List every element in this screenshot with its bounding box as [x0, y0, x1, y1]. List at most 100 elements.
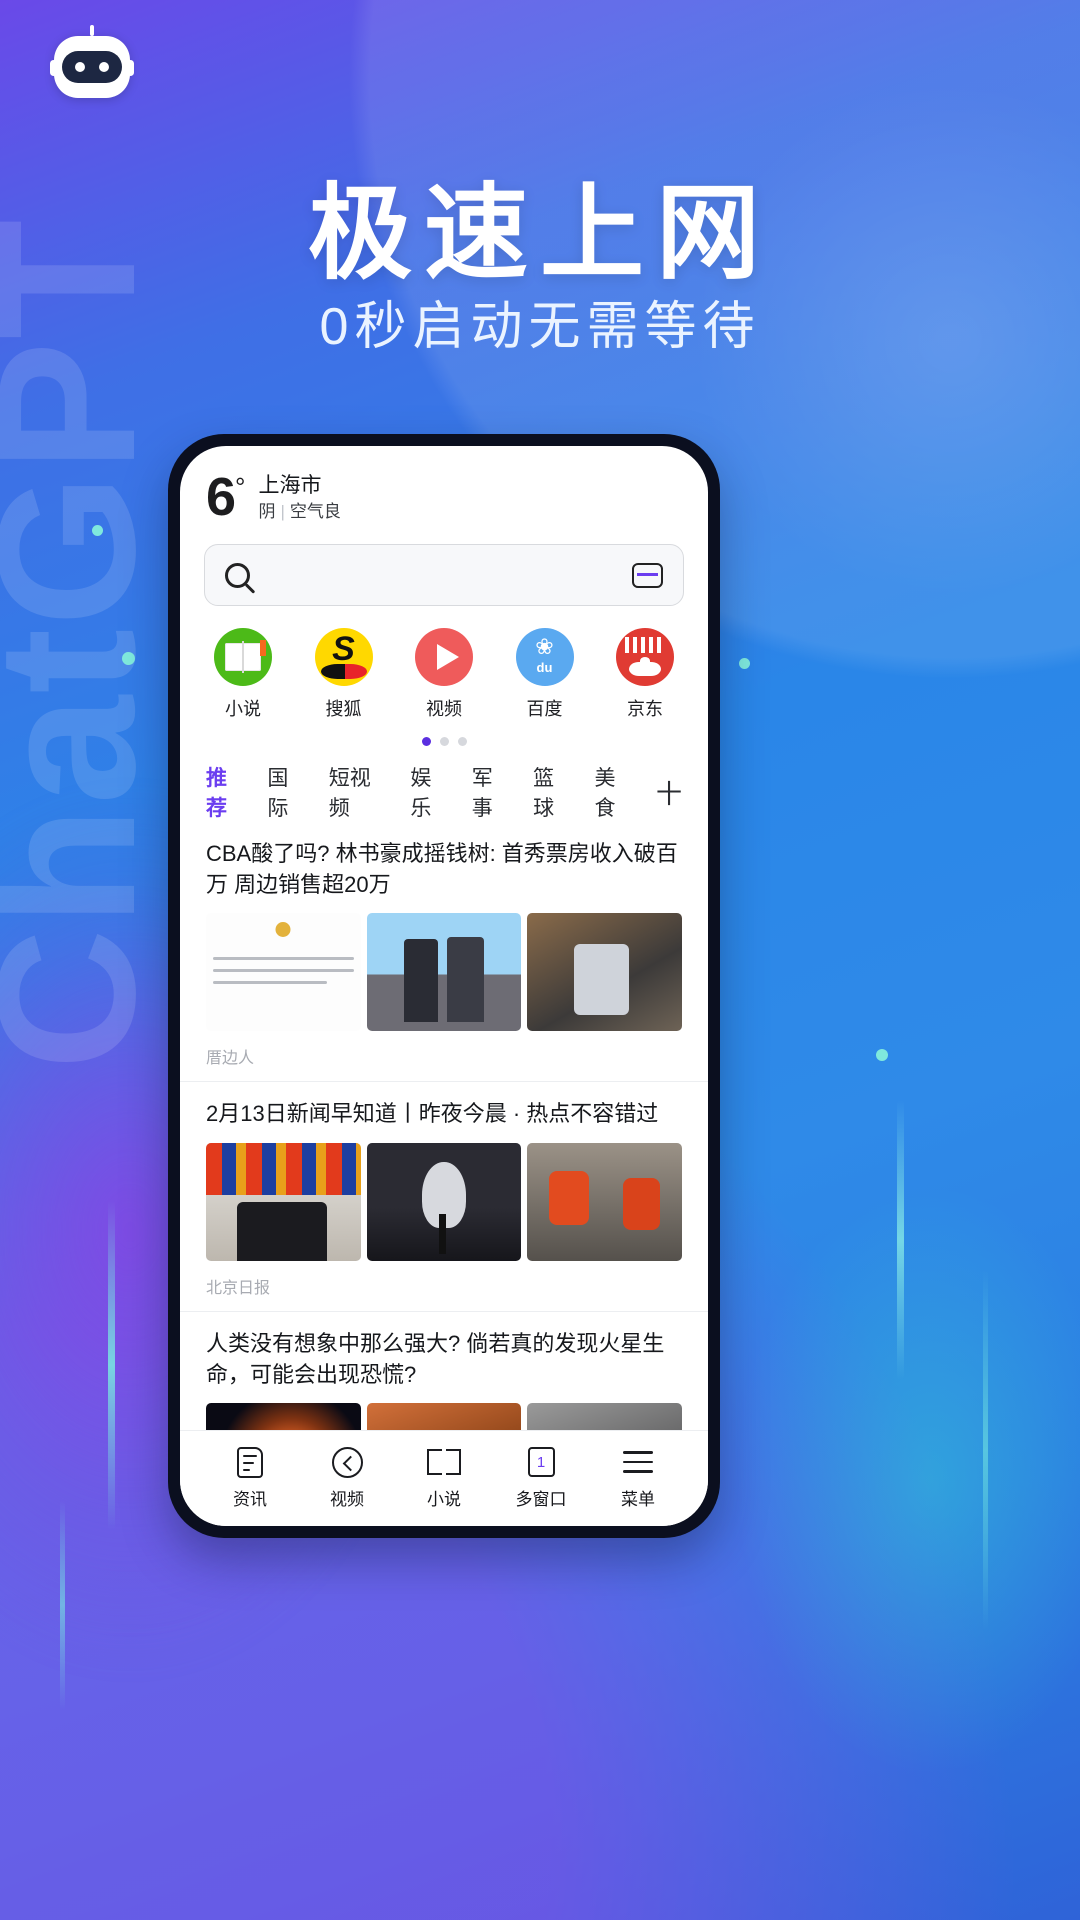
doc-line: [213, 981, 327, 985]
news-title: 2月13日新闻早知道丨昨夜今晨 · 热点不容错过: [206, 1101, 659, 1127]
tab-entertainment[interactable]: 娱乐: [410, 762, 450, 822]
app-shortcut-label: 百度: [526, 699, 563, 719]
news-title: CBA酸了吗? 林书豪成摇钱树: 首秀票房收入破百万 周边销售超20万: [206, 841, 678, 898]
news-thumbnail: [366, 1403, 522, 1430]
app-shortcut-baidu[interactable]: ❀ du 百度: [508, 628, 582, 721]
play-triangle: [437, 644, 459, 670]
app-logo: [50, 36, 134, 98]
tab-short-video[interactable]: 短视频: [329, 762, 390, 822]
robot-ear-right-icon: [127, 60, 134, 76]
news-feed: CBA酸了吗? 林书豪成摇钱树: 首秀票房收入破百万 周边销售超20万 厝边人 …: [180, 822, 708, 1430]
book-shape: [225, 643, 261, 671]
book-shape: [427, 1449, 461, 1475]
app-shortcut-jd[interactable]: 京东: [608, 628, 682, 721]
app-shortcut-grid: 小说 S 搜狐 视频 ❀ du 百度 京东: [180, 606, 708, 721]
doc-line: [243, 1461, 254, 1464]
doc-line: [243, 1454, 257, 1457]
pager-dot[interactable]: [457, 737, 467, 746]
promo-subtitle: 0秒启动无需等待: [319, 298, 761, 356]
doc-line: [213, 969, 354, 973]
news-thumbnail: [206, 913, 361, 1032]
phone-mockup: 6° 上海市 阴 | 空气良 小说 S 搜狐 视频 ❀ du 百度 京东 推荐 …: [168, 434, 720, 1538]
window-count-badge: 1: [536, 1453, 546, 1471]
back-circle-shape: [331, 1446, 363, 1478]
nav-item-news[interactable]: 资讯: [208, 1445, 292, 1510]
app-shortcut-novel[interactable]: 小说: [206, 628, 280, 721]
jd-dish-shape: [629, 657, 661, 676]
menu-line: [623, 1470, 653, 1473]
weather-widget[interactable]: 6° 上海市 阴 | 空气良: [180, 446, 708, 528]
app-shortcut-label: 小说: [225, 699, 261, 719]
degree-symbol: °: [235, 472, 245, 502]
sohu-icon: S: [314, 628, 373, 686]
nav-item-menu[interactable]: 菜单: [596, 1445, 680, 1510]
pager-dot[interactable]: [439, 737, 449, 746]
weather-condition: 阴 | 空气良: [258, 501, 340, 523]
doc-star-shape: [275, 922, 291, 938]
app-shortcut-label: 搜狐: [325, 699, 362, 719]
window-shape: 1: [527, 1447, 555, 1477]
open-book-icon: [402, 1445, 486, 1479]
tab-international[interactable]: 国际: [267, 762, 307, 822]
decor-dot: [92, 525, 103, 536]
app-pager-dots: [180, 721, 708, 746]
decor-dot: [122, 652, 135, 665]
app-shortcut-label: 视频: [426, 699, 462, 719]
search-input[interactable]: [204, 544, 684, 606]
category-tabs: 推荐 国际 短视频 娱乐 军事 篮球 美食 十: [180, 746, 708, 822]
tab-food[interactable]: 美食: [595, 762, 635, 822]
news-card[interactable]: 人类没有想象中那么强大? 倘若真的发现火星生命，可能会出现恐慌?: [180, 1312, 708, 1430]
add-tab-button[interactable]: 十: [656, 774, 682, 811]
bookmark-shape: [260, 640, 266, 656]
bottom-navigation: 资讯 视频 小说 1 多窗口 菜单: [180, 1430, 708, 1526]
robot-face-icon: [62, 51, 122, 83]
multi-window-icon: 1: [499, 1445, 583, 1479]
robot-ear-left-icon: [50, 60, 57, 76]
news-card[interactable]: CBA酸了吗? 林书豪成摇钱树: 首秀票房收入破百万 周边销售超20万 厝边人: [180, 822, 708, 1083]
app-shortcut-sohu[interactable]: S 搜狐: [307, 628, 381, 721]
news-thumbnail: [527, 913, 683, 1032]
news-thumbnails: [206, 913, 683, 1032]
tab-military[interactable]: 军事: [472, 762, 512, 822]
video-play-icon: [415, 628, 473, 686]
weather-text: 上海市 阴 | 空气良: [258, 471, 340, 523]
pager-dot-active[interactable]: [421, 737, 431, 746]
condition-separator: |: [280, 502, 285, 522]
paw-glyph: ❀: [535, 634, 554, 659]
robot-eye-right-icon: [99, 62, 109, 72]
hamburger-menu-icon: [596, 1445, 680, 1479]
news-thumbnail: [206, 1403, 361, 1430]
menu-line: [623, 1460, 653, 1464]
multi-window-icon[interactable]: [632, 562, 663, 588]
news-thumbnails: [206, 1403, 683, 1430]
tab-recommend[interactable]: 推荐: [206, 762, 246, 822]
nav-item-video[interactable]: 视频: [305, 1445, 389, 1510]
menu-lines-shape: [623, 1451, 653, 1473]
nav-item-label: 多窗口: [515, 1490, 567, 1509]
phone-screen: 6° 上海市 阴 | 空气良 小说 S 搜狐 视频 ❀ du 百度 京东 推荐 …: [180, 446, 708, 1526]
temperature-value: 6: [206, 467, 236, 527]
news-card[interactable]: 2月13日新闻早知道丨昨夜今晨 · 热点不容错过 北京日报: [180, 1082, 708, 1312]
jd-stripes-shape: [625, 637, 665, 653]
doc-line: [213, 957, 354, 961]
menu-line: [623, 1451, 653, 1454]
baidu-paw-icon: ❀ du: [515, 628, 574, 686]
weather-city: 上海市: [258, 473, 322, 497]
weather-temperature: 6°: [206, 467, 245, 527]
nav-item-label: 视频: [330, 1490, 364, 1509]
nav-item-multiwindow[interactable]: 1 多窗口: [499, 1445, 583, 1510]
book-left-page: [427, 1449, 442, 1475]
news-thumbnails: [206, 1142, 683, 1261]
promo-title: 极速上网: [307, 176, 772, 292]
search-icon: [225, 562, 250, 588]
news-source: 厝边人: [206, 1050, 255, 1068]
book-right-page: [446, 1449, 461, 1475]
decor-streak: [60, 1500, 65, 1710]
news-thumbnail: [527, 1403, 683, 1430]
app-shortcut-video[interactable]: 视频: [407, 628, 481, 721]
nav-item-novel[interactable]: 小说: [402, 1445, 486, 1510]
news-thumbnail: [527, 1142, 683, 1261]
tab-basketball[interactable]: 篮球: [533, 762, 573, 822]
nav-item-label: 资讯: [233, 1490, 267, 1509]
doc-icon-shape: [237, 1446, 263, 1478]
